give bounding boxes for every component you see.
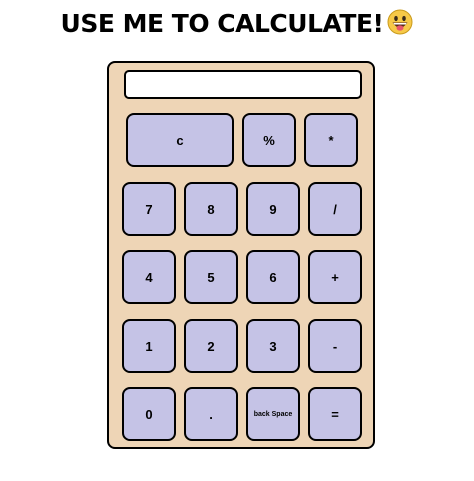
plus-button[interactable]: +	[308, 250, 362, 304]
grinning-tongue-face-emoji-icon	[387, 9, 413, 35]
backspace-button[interactable]: back Space	[246, 387, 300, 441]
divide-button[interactable]: /	[308, 182, 362, 236]
eight-button[interactable]: 8	[184, 182, 238, 236]
two-button[interactable]: 2	[184, 319, 238, 373]
five-button[interactable]: 5	[184, 250, 238, 304]
page: USE ME TO CALCULATE! c % * 7 8 9 / 4 5 6…	[0, 0, 474, 481]
clear-button[interactable]: c	[126, 113, 234, 167]
nine-button[interactable]: 9	[246, 182, 300, 236]
decimal-button[interactable]: .	[184, 387, 238, 441]
multiply-button[interactable]: *	[304, 113, 358, 167]
one-button[interactable]: 1	[122, 319, 176, 373]
page-title: USE ME TO CALCULATE!	[0, 6, 474, 42]
equals-button[interactable]: =	[308, 387, 362, 441]
six-button[interactable]: 6	[246, 250, 300, 304]
seven-button[interactable]: 7	[122, 182, 176, 236]
display-input[interactable]	[124, 70, 362, 99]
percent-button[interactable]: %	[242, 113, 296, 167]
four-button[interactable]: 4	[122, 250, 176, 304]
minus-button[interactable]: -	[308, 319, 362, 373]
title-text: USE ME TO CALCULATE!	[60, 9, 384, 38]
zero-button[interactable]: 0	[122, 387, 176, 441]
calculator-body: c % * 7 8 9 / 4 5 6 + 1 2 3 - 0 . back S…	[107, 61, 375, 449]
three-button[interactable]: 3	[246, 319, 300, 373]
